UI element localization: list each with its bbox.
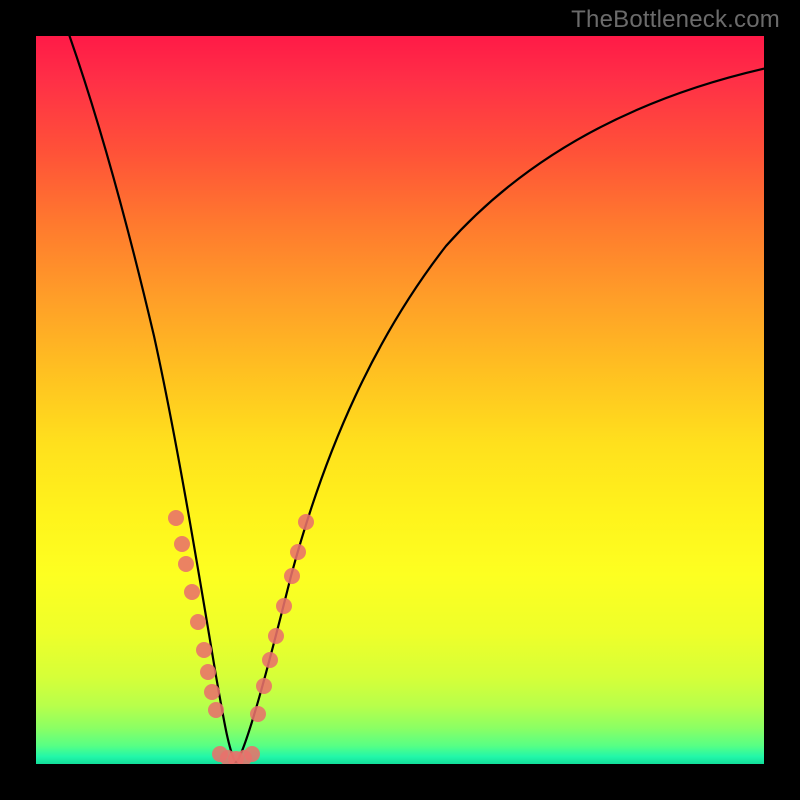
marker-dot [290, 544, 306, 560]
marker-dot [262, 652, 278, 668]
attribution-text: TheBottleneck.com [571, 6, 780, 34]
marker-dot [204, 684, 220, 700]
marker-dot [178, 556, 194, 572]
marker-group [168, 510, 314, 764]
plot-area [36, 36, 764, 764]
marker-dot [168, 510, 184, 526]
marker-dot [256, 678, 272, 694]
marker-dot [200, 664, 216, 680]
marker-dot [244, 746, 260, 762]
marker-dot [190, 614, 206, 630]
marker-dot [250, 706, 266, 722]
marker-dot [174, 536, 190, 552]
bottleneck-curve [66, 36, 764, 762]
marker-dot [196, 642, 212, 658]
marker-dot [298, 514, 314, 530]
marker-dot [268, 628, 284, 644]
marker-dot [284, 568, 300, 584]
marker-dot [208, 702, 224, 718]
marker-dot [184, 584, 200, 600]
curve-overlay [36, 36, 764, 764]
chart-frame: TheBottleneck.com [0, 0, 800, 800]
marker-dot [276, 598, 292, 614]
